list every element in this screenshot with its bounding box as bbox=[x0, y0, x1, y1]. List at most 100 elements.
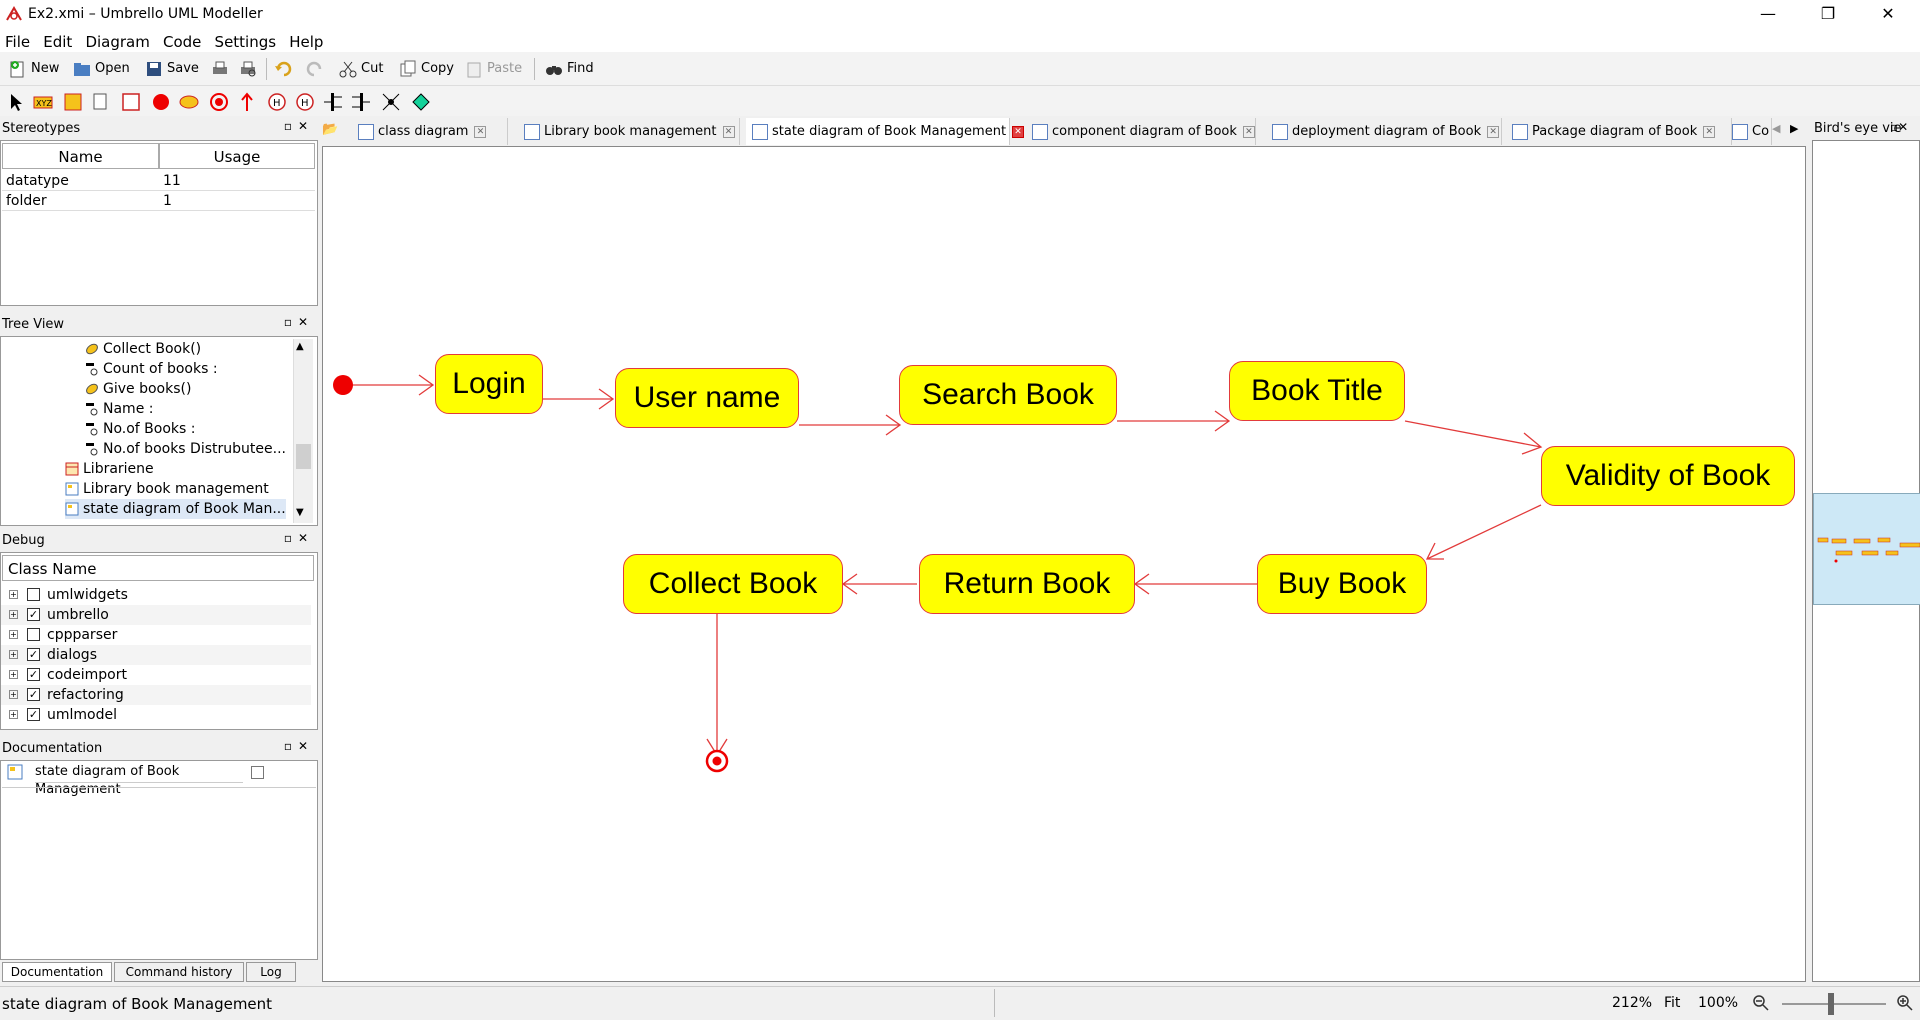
anchor-icon[interactable] bbox=[90, 91, 112, 113]
tree-item[interactable]: No.of Books : bbox=[85, 419, 196, 439]
zoom-fit-button[interactable]: Fit bbox=[1664, 995, 1680, 1011]
diagram-canvas[interactable]: Login User name Search Book Book Title V… bbox=[322, 146, 1806, 982]
tab-command-history[interactable]: Command history bbox=[114, 962, 244, 982]
state-user-name[interactable]: User name bbox=[615, 368, 799, 428]
fork-icon[interactable] bbox=[322, 91, 344, 113]
documentation-checkbox[interactable] bbox=[251, 766, 264, 779]
state-return-book[interactable]: Return Book bbox=[919, 554, 1135, 614]
tab-component-diagram[interactable]: component diagram of Book ✕ bbox=[1026, 118, 1256, 145]
expand-icon[interactable]: + bbox=[9, 670, 18, 679]
tab-close-icon[interactable]: ✕ bbox=[474, 125, 487, 138]
tree-item[interactable]: Librariene bbox=[65, 459, 154, 479]
dock-float-close-icons[interactable]: ▫✕ bbox=[284, 531, 314, 545]
save-button[interactable]: Save bbox=[144, 58, 199, 80]
zoom-slider-handle[interactable] bbox=[1828, 993, 1834, 1015]
tab-close-icon[interactable]: ✕ bbox=[1012, 125, 1025, 138]
find-button[interactable]: Find bbox=[544, 58, 594, 80]
debug-checkbox-checked[interactable]: ✓ bbox=[27, 708, 40, 721]
note-icon[interactable] bbox=[62, 91, 84, 113]
menu-settings[interactable]: Settings bbox=[210, 30, 281, 51]
zoom-100-button[interactable]: 100% bbox=[1698, 995, 1738, 1011]
debug-row[interactable]: + ✓ dialogs bbox=[1, 645, 311, 665]
tab-close-icon[interactable]: ✕ bbox=[1242, 125, 1255, 138]
debug-row[interactable]: + ✓ codeimport bbox=[1, 665, 311, 685]
tree-item-selected[interactable]: state diagram of Book Man... bbox=[65, 499, 286, 519]
zoom-in-icon[interactable] bbox=[1896, 994, 1914, 1012]
initial-state-icon[interactable] bbox=[150, 91, 172, 113]
tree-item[interactable]: Count of books : bbox=[85, 359, 218, 379]
expand-icon[interactable]: + bbox=[9, 650, 18, 659]
box-icon[interactable] bbox=[120, 91, 142, 113]
expand-icon[interactable]: + bbox=[9, 690, 18, 699]
stereotypes-column-name[interactable]: Name bbox=[2, 143, 159, 169]
junction-icon[interactable] bbox=[380, 91, 402, 113]
menu-help[interactable]: Help bbox=[284, 30, 327, 51]
debug-row[interactable]: + ✓ umbrello bbox=[1, 605, 311, 625]
new-tab-menu-icon[interactable]: 📂 bbox=[322, 122, 348, 142]
birdseye-view[interactable] bbox=[1812, 140, 1920, 982]
tab-state-diagram[interactable]: state diagram of Book Management ✕ bbox=[746, 118, 1025, 145]
scroll-down-icon[interactable]: ▼ bbox=[296, 507, 304, 518]
tab-close-icon[interactable]: ✕ bbox=[1487, 125, 1500, 138]
debug-checkbox-checked[interactable]: ✓ bbox=[27, 688, 40, 701]
expand-icon[interactable]: + bbox=[9, 610, 18, 619]
state-icon[interactable] bbox=[178, 91, 200, 113]
scroll-up-icon[interactable]: ▲ bbox=[296, 341, 304, 352]
state-search-book[interactable]: Search Book bbox=[899, 365, 1117, 425]
tab-library-book-management[interactable]: Library book management ✕ bbox=[518, 118, 740, 145]
debug-column-class-name[interactable]: Class Name bbox=[2, 555, 314, 581]
debug-checkbox[interactable] bbox=[27, 588, 40, 601]
tab-documentation[interactable]: Documentation bbox=[2, 962, 112, 982]
tree-scrollbar[interactable]: ▲ ▼ bbox=[293, 339, 313, 523]
debug-checkbox[interactable] bbox=[27, 628, 40, 641]
choice-diamond-icon[interactable] bbox=[410, 91, 432, 113]
tab-scroll-left-icon[interactable]: ◀ bbox=[1772, 122, 1786, 142]
shallow-history-icon[interactable]: H bbox=[294, 91, 316, 113]
state-collect-book[interactable]: Collect Book bbox=[623, 554, 843, 614]
tab-log[interactable]: Log bbox=[246, 962, 296, 982]
text-line-icon[interactable]: XYZ bbox=[32, 91, 54, 113]
menu-diagram[interactable]: Diagram bbox=[80, 30, 153, 51]
tab-co-truncated[interactable]: Co bbox=[1726, 118, 1772, 145]
debug-checkbox-checked[interactable]: ✓ bbox=[27, 648, 40, 661]
maximize-button[interactable]: ❐ bbox=[1798, 0, 1858, 30]
debug-checkbox-checked[interactable]: ✓ bbox=[27, 608, 40, 621]
select-arrow-icon[interactable] bbox=[6, 91, 28, 113]
print-preview-button[interactable] bbox=[238, 58, 261, 80]
tab-deployment-diagram[interactable]: deployment diagram of Book ✕ bbox=[1266, 118, 1502, 145]
tab-class-diagram[interactable]: class diagram ✕ bbox=[352, 118, 508, 145]
tree-item[interactable]: Give books() bbox=[85, 379, 191, 399]
state-validity-of-book[interactable]: Validity of Book bbox=[1541, 446, 1795, 506]
dock-float-close-icons[interactable]: ▫✕ bbox=[284, 119, 314, 133]
paste-button[interactable]: Paste bbox=[464, 58, 522, 80]
stereotype-row-name[interactable]: folder bbox=[2, 191, 159, 211]
debug-row[interactable]: + umlwidgets bbox=[1, 585, 311, 605]
cut-button[interactable]: Cut bbox=[338, 58, 383, 80]
tab-scroll-right-icon[interactable]: ▶ bbox=[1790, 122, 1804, 142]
print-button[interactable] bbox=[210, 58, 233, 80]
undo-button[interactable] bbox=[274, 58, 297, 80]
tree-item[interactable]: Library book management bbox=[65, 479, 269, 499]
state-book-title[interactable]: Book Title bbox=[1229, 361, 1405, 421]
transition-arrow-icon[interactable] bbox=[236, 91, 258, 113]
debug-row[interactable]: + cppparser bbox=[1, 625, 311, 645]
tab-close-icon[interactable]: ✕ bbox=[722, 125, 735, 138]
join-icon[interactable] bbox=[350, 91, 372, 113]
menu-file[interactable]: File bbox=[0, 30, 34, 51]
redo-button[interactable] bbox=[304, 58, 327, 80]
deep-history-icon[interactable]: H bbox=[266, 91, 288, 113]
close-window-button[interactable]: ✕ bbox=[1858, 0, 1918, 30]
dock-float-close-icons[interactable]: ▫✕ bbox=[284, 315, 314, 329]
menu-edit[interactable]: Edit bbox=[38, 30, 76, 51]
scroll-thumb[interactable] bbox=[296, 444, 311, 469]
state-buy-book[interactable]: Buy Book bbox=[1257, 554, 1427, 614]
tree-item[interactable]: No.of books Distrubutee... bbox=[85, 439, 286, 459]
tab-close-icon[interactable]: ✕ bbox=[1703, 125, 1716, 138]
tab-package-diagram[interactable]: Package diagram of Book ✕ bbox=[1506, 118, 1732, 145]
zoom-out-icon[interactable] bbox=[1752, 994, 1770, 1012]
birdseye-viewport[interactable] bbox=[1813, 493, 1920, 605]
expand-icon[interactable]: + bbox=[9, 590, 18, 599]
minimize-button[interactable]: — bbox=[1738, 0, 1798, 30]
expand-icon[interactable]: + bbox=[9, 630, 18, 639]
documentation-name-field[interactable]: state diagram of Book Management bbox=[35, 763, 243, 797]
